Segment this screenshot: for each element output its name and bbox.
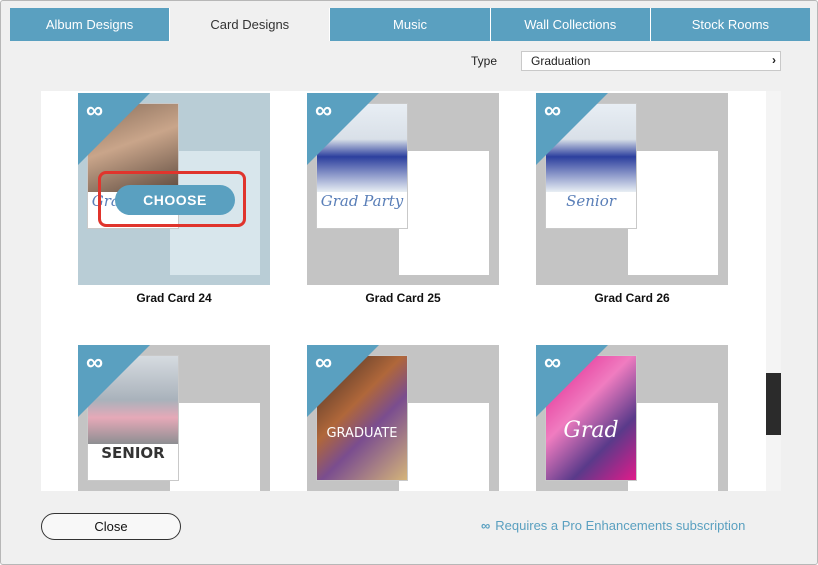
type-label: Type [471, 54, 498, 68]
type-filter-row: Type Graduation › [1, 51, 817, 73]
card-title: Grad Card 26 [594, 291, 670, 305]
pro-subscription-note[interactable]: ∞ Requires a Pro Enhancements subscriptio… [481, 518, 745, 533]
card-back [399, 151, 489, 275]
card-item[interactable]: Senior ∞ Grad Card 26 [536, 93, 728, 313]
type-select[interactable]: Graduation › [521, 51, 781, 71]
card-item[interactable]: Grad Party ∞ Grad Card 25 [307, 93, 499, 313]
dialog-window: Album Designs Card Designs Music Wall Co… [0, 0, 818, 565]
pro-note-text: Requires a Pro Enhancements subscription [495, 518, 746, 533]
infinity-icon: ∞ [86, 349, 104, 376]
infinity-icon: ∞ [86, 97, 104, 124]
tab-album-designs[interactable]: Album Designs [10, 8, 171, 41]
card-title: Grad Card 24 [136, 291, 212, 305]
card-front-text: SENIOR [101, 444, 165, 462]
card-grid: Grad Party ∞ Grad Card 24 Grad Party ∞ G… [41, 91, 781, 491]
card-thumbnail[interactable]: Grad ∞ [536, 345, 728, 491]
card-front-text: Senior [566, 192, 616, 210]
card-back [628, 403, 718, 491]
card-back [399, 403, 489, 491]
type-select-value: Graduation [531, 54, 591, 68]
scrollbar-thumb[interactable] [766, 373, 781, 435]
infinity-icon: ∞ [481, 518, 491, 533]
card-item[interactable]: Grad ∞ [536, 345, 728, 491]
card-back [170, 403, 260, 491]
tab-stock-rooms[interactable]: Stock Rooms [650, 8, 811, 41]
card-thumbnail[interactable]: SENIOR ∞ [78, 345, 270, 491]
infinity-icon: ∞ [315, 97, 333, 124]
infinity-icon: ∞ [544, 349, 562, 376]
card-front-text: Grad [563, 418, 619, 443]
infinity-icon: ∞ [544, 97, 562, 124]
card-front-text: GRADUATE [326, 426, 398, 441]
close-button[interactable]: Close [41, 513, 181, 540]
infinity-icon: ∞ [315, 349, 333, 376]
card-title: Grad Card 25 [365, 291, 441, 305]
card-back [628, 151, 718, 275]
chevron-right-icon: › [772, 53, 776, 67]
card-item[interactable]: SENIOR ∞ [78, 345, 270, 491]
card-front-text: Grad Party [320, 192, 404, 210]
tab-bar: Album Designs Card Designs Music Wall Co… [10, 8, 811, 41]
tab-music[interactable]: Music [330, 8, 491, 41]
footer: Close ∞ Requires a Pro Enhancements subsc… [1, 501, 817, 564]
card-thumbnail[interactable]: Grad Party ∞ [307, 93, 499, 285]
card-item[interactable]: GRADUATE ∞ [307, 345, 499, 491]
card-thumbnail[interactable]: Senior ∞ [536, 93, 728, 285]
card-thumbnail[interactable]: GRADUATE ∞ [307, 345, 499, 491]
choose-button[interactable]: CHOOSE [115, 185, 235, 215]
tab-wall-collections[interactable]: Wall Collections [490, 8, 651, 41]
scrollbar-track[interactable] [766, 91, 781, 491]
tab-card-designs[interactable]: Card Designs [170, 8, 331, 41]
